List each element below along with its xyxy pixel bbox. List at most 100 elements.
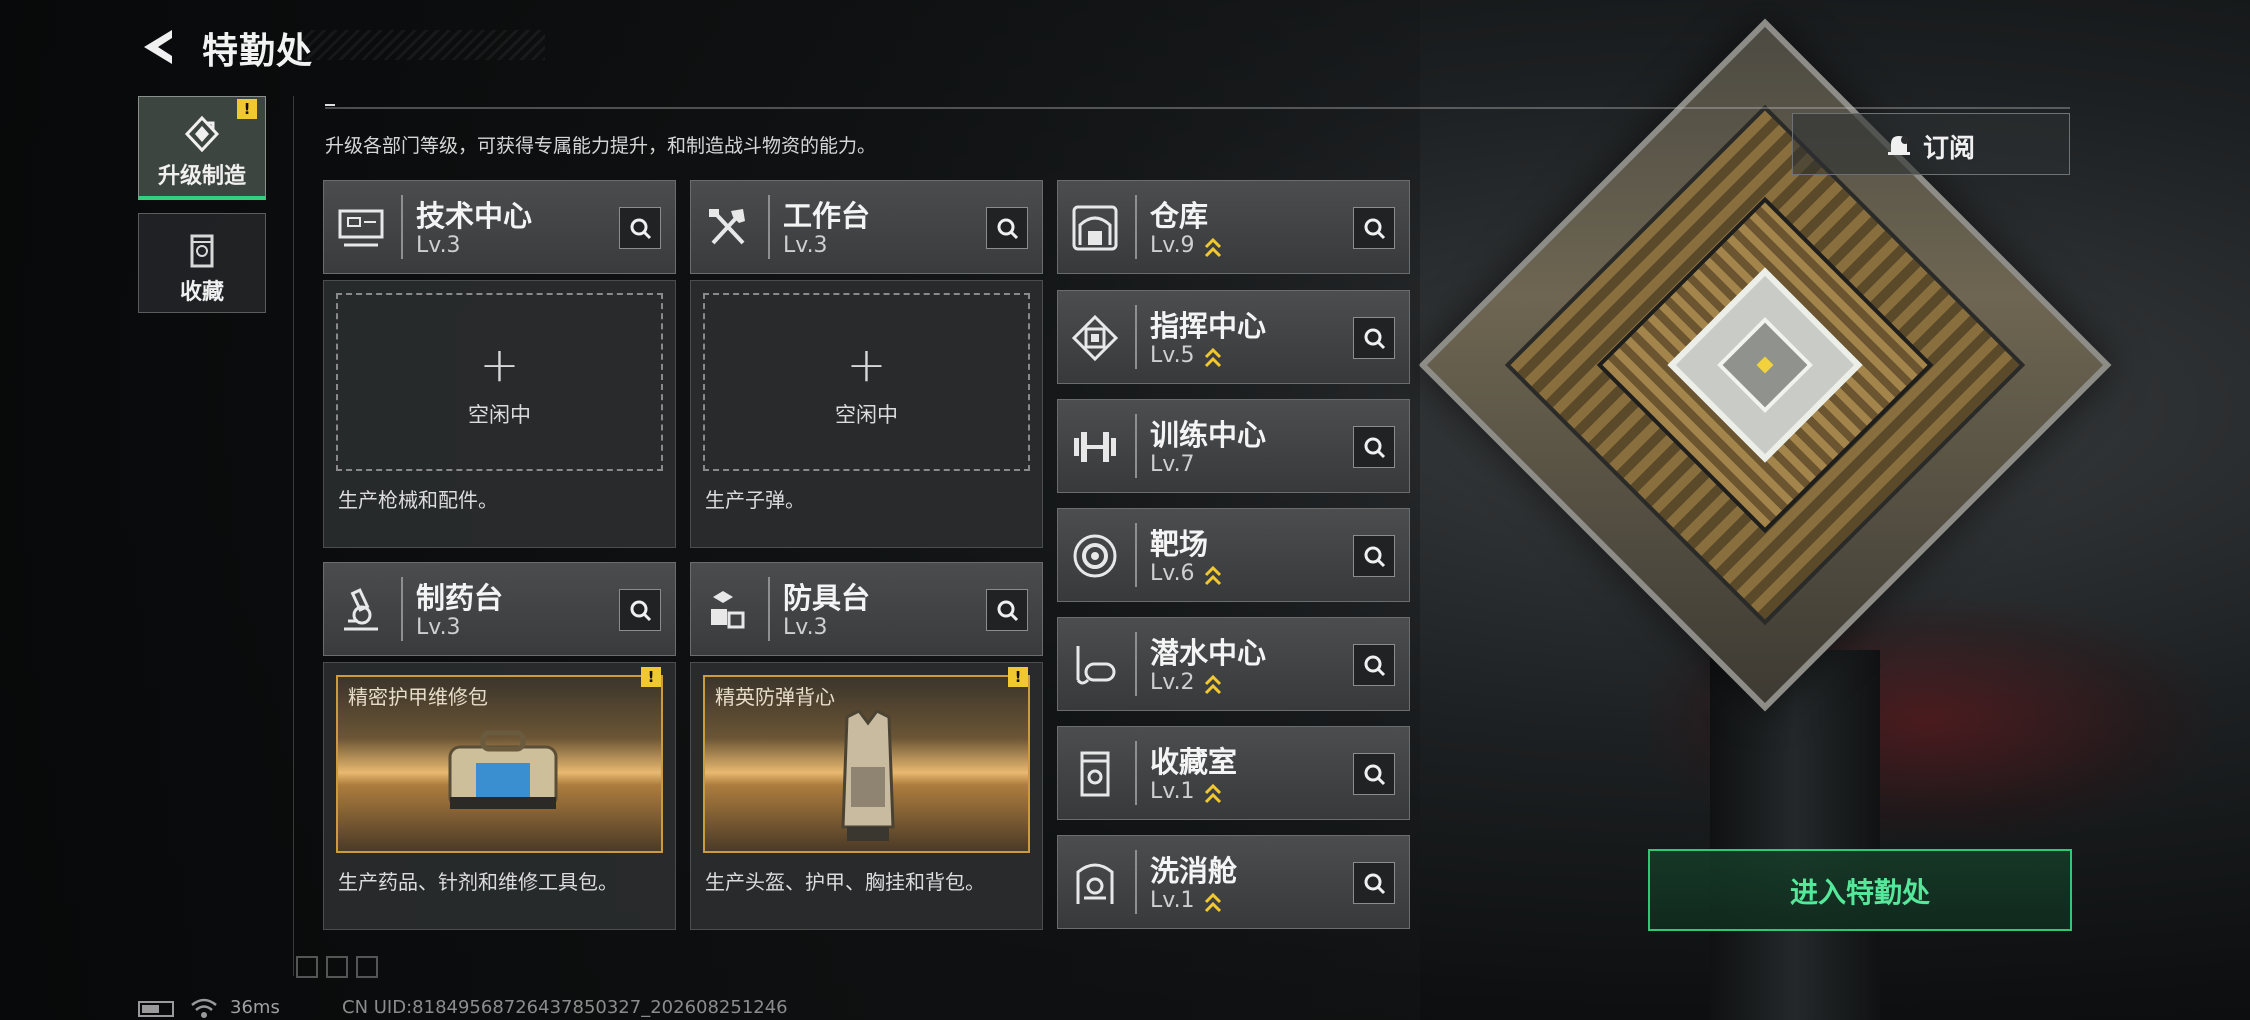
card-body-pharmacy: 精密护甲维修包 ! 生产药品、针剂和维修工具包。 [323,662,676,930]
facility-shooting-range[interactable]: 靶场 Lv.6 [1057,508,1410,602]
card-armor-bench[interactable]: 防具台 Lv.3 [690,562,1043,656]
decontamination-icon [1076,863,1114,904]
item-name: 精密护甲维修包 [348,685,488,709]
card-description: 生产药品、针剂和维修工具包。 [338,870,618,894]
search-icon [997,218,1019,240]
upgrade-craft-icon [184,115,220,153]
network-latency: 36ms [230,997,280,1018]
add-icon: + [479,337,520,393]
side-divider [293,96,294,976]
idle-label: 空闲中 [468,403,531,427]
card-level: Lv.3 [783,615,828,640]
search-icon [1364,218,1386,240]
facility-warehouse[interactable]: 仓库 Lv.9 [1057,180,1410,274]
card-divider [1135,414,1137,478]
card-divider [768,577,770,641]
card-body-tech-center: + 空闲中 生产枪械和配件。 [323,280,676,548]
facility-diving-center[interactable]: 潜水中心 Lv.2 [1057,617,1410,711]
collection-cabinet-icon [1080,751,1110,797]
inspect-button[interactable] [1353,426,1395,468]
card-level: Lv.3 [416,233,461,258]
double-chevron-up-icon [1204,674,1222,695]
tab-collection[interactable]: 收藏 [138,213,266,313]
card-tech-center[interactable]: 技术中心 Lv.3 [323,180,676,274]
bell-icon [1888,136,1910,155]
subscribe-button[interactable]: 订阅 [1792,113,2070,175]
facility-training-center[interactable]: 训练中心 Lv.7 [1057,399,1410,493]
back-chevron-icon [144,30,172,64]
facility-name: 训练中心 [1150,418,1267,452]
facility-name: 仓库 [1150,199,1209,233]
inspect-button[interactable] [619,589,661,631]
inspect-button[interactable] [1353,535,1395,577]
page-subtitle: 升级各部门等级，可获得专属能力提升，和制造战斗物资的能力。 [325,135,877,157]
double-chevron-up-icon [1204,783,1222,804]
inspect-button[interactable] [1353,644,1395,686]
header-divider-mark [325,104,335,106]
facility-level: Lv.5 [1150,343,1195,368]
page-title: 特勤处 [202,31,314,72]
card-name: 工作台 [783,199,871,233]
inspect-button[interactable] [1353,862,1395,904]
crafting-item-slot[interactable]: 精英防弹背心 ! [703,667,1030,853]
target-icon [1073,534,1117,578]
facility-level: Lv.9 [1150,233,1195,258]
facility-name: 洗消舱 [1150,854,1238,888]
facility-command-center[interactable]: 指挥中心 Lv.5 [1057,290,1410,384]
card-divider [401,195,403,259]
inspect-button[interactable] [1353,317,1395,359]
facility-level: Lv.2 [1150,670,1195,695]
search-icon [630,218,652,240]
repair-kit-image [448,730,558,809]
add-icon: + [846,337,887,393]
chip-icon [1071,314,1119,362]
blocks-icon [711,591,745,629]
monitor-icon [338,209,384,247]
card-divider [1135,305,1137,369]
card-divider [1135,195,1137,259]
search-icon [1364,764,1386,786]
double-chevron-up-icon [1204,347,1222,368]
tab-alert-badge: ! [237,99,257,119]
search-icon [997,600,1019,622]
inspect-button[interactable] [986,589,1028,631]
card-description: 生产子弹。 [705,488,805,512]
idle-slot[interactable]: + 空闲中 [336,293,663,471]
card-divider [1135,741,1137,805]
crafting-item-slot[interactable]: 精密护甲维修包 ! [336,667,663,853]
facility-level: Lv.6 [1150,561,1195,586]
card-description: 生产头盔、护甲、胸挂和背包。 [705,870,985,894]
back-button[interactable] [138,26,180,68]
card-workbench[interactable]: 工作台 Lv.3 [690,180,1043,274]
wifi-icon [191,998,217,1018]
item-name: 精英防弹背心 [715,685,835,709]
user-uid: CN UID:81849568726437850327_202608251246 [342,997,788,1018]
title-decoration [300,30,545,60]
armor-vest-image [841,709,895,841]
tab-label: 升级制造 [157,164,246,189]
inspect-button[interactable] [1353,753,1395,795]
collection-cabinet-icon [190,234,214,268]
facility-level: Lv.7 [1150,452,1195,477]
battery-fill [142,1005,159,1013]
idle-label: 空闲中 [835,403,898,427]
idle-slot[interactable]: + 空闲中 [703,293,1030,471]
card-pharmacy[interactable]: 制药台 Lv.3 [323,562,676,656]
tab-upgrade-craft[interactable]: ! 升级制造 [138,96,266,200]
card-body-workbench: + 空闲中 生产子弹。 [690,280,1043,548]
card-description: 生产枪械和配件。 [338,488,498,512]
subscribe-label: 订阅 [1923,134,1976,164]
inspect-button[interactable] [986,207,1028,249]
search-icon [1364,873,1386,895]
inspect-button[interactable] [1353,207,1395,249]
enter-special-ops-button[interactable]: 进入特勤处 [1648,849,2072,931]
microscope-icon [344,588,378,631]
tab-label: 收藏 [179,280,224,305]
search-icon [1364,328,1386,350]
card-name: 制药台 [416,581,504,615]
inspect-button[interactable] [619,207,661,249]
double-chevron-up-icon [1204,237,1222,258]
facility-decontamination[interactable]: 洗消舱 Lv.1 [1057,835,1410,929]
dumbbell-icon [1074,432,1116,462]
facility-collection-room[interactable]: 收藏室 Lv.1 [1057,726,1410,820]
